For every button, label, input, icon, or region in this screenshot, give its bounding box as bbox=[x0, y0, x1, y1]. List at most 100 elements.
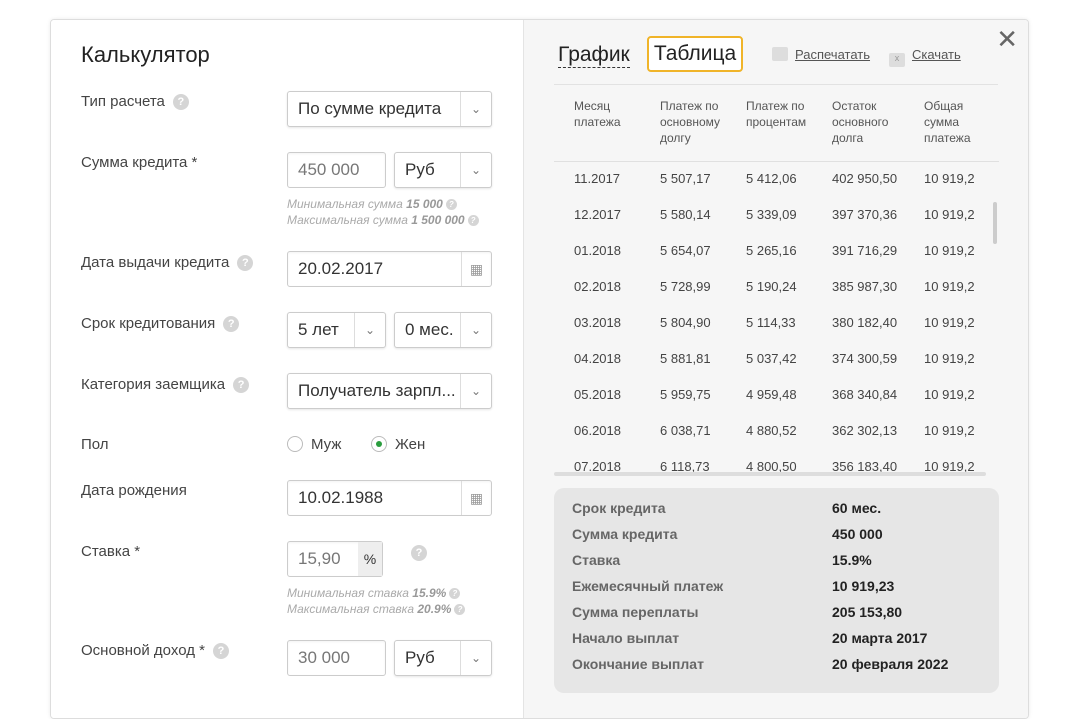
vertical-scrollbar[interactable] bbox=[993, 202, 997, 244]
input-value: 20.02.2017 bbox=[298, 259, 384, 278]
help-icon[interactable]: ? bbox=[223, 316, 240, 333]
rate-label: Ставка * bbox=[81, 543, 141, 560]
birth-date-label: Дата рождения bbox=[81, 482, 187, 499]
min-value: 15 000 bbox=[406, 197, 443, 211]
select-value: Руб bbox=[405, 160, 435, 179]
table-cell: 391 716,29 bbox=[832, 243, 898, 258]
select-value: По сумме кредита bbox=[298, 99, 442, 118]
table-cell: 374 300,59 bbox=[832, 351, 898, 366]
summary-label: Ежемесячный платеж bbox=[572, 578, 724, 594]
max-value: 1 500 000 bbox=[411, 213, 465, 227]
amount-input[interactable]: 450 000 bbox=[287, 152, 386, 188]
table-cell: 5 190,24 bbox=[746, 279, 797, 294]
print-label: Распечатать bbox=[795, 47, 871, 62]
issue-date-input[interactable]: 20.02.2017 ▦ bbox=[287, 251, 492, 287]
help-icon[interactable]: ? bbox=[237, 255, 254, 272]
help-icon[interactable]: ? bbox=[454, 604, 466, 616]
label-text: Основной доход * bbox=[81, 642, 205, 659]
print-link[interactable]: Распечатать bbox=[772, 47, 870, 62]
calc-type-label: Тип расчета? bbox=[81, 93, 189, 111]
close-icon[interactable]: ✕ bbox=[996, 24, 1018, 55]
term-years-select[interactable]: 5 лет ⌄ bbox=[287, 312, 386, 348]
income-input[interactable]: 30 000 bbox=[287, 640, 386, 676]
table-cell: 5 037,42 bbox=[746, 351, 797, 366]
table-cell: 11.2017 bbox=[574, 171, 621, 186]
table-cell: 380 182,40 bbox=[832, 315, 898, 330]
radio-label: Жен bbox=[395, 436, 426, 453]
amount-label: Сумма кредита * bbox=[81, 154, 198, 171]
summary-value: 10 919,23 bbox=[832, 578, 895, 594]
excel-icon: x bbox=[889, 53, 905, 67]
summary-value: 15.9% bbox=[832, 552, 872, 568]
table-cell: 04.2018 bbox=[574, 351, 621, 366]
summary-value: 60 мес. bbox=[832, 500, 882, 516]
help-icon[interactable]: ? bbox=[212, 643, 229, 660]
help-icon[interactable]: ? bbox=[445, 199, 457, 211]
gender-male-radio[interactable]: Муж bbox=[287, 436, 341, 453]
help-icon[interactable]: ? bbox=[172, 94, 189, 111]
min-value: 15.9% bbox=[412, 586, 447, 600]
table-cell: 10 919,2 bbox=[924, 243, 975, 258]
calculator-form: Калькулятор Тип расчета? По сумме кредит… bbox=[51, 20, 523, 718]
table-cell: 4 880,52 bbox=[746, 423, 797, 438]
table-cell: 05.2018 bbox=[574, 387, 621, 402]
table-row: 06.2018 6 038,71 4 880,52 362 302,13 10 919,… bbox=[554, 418, 986, 454]
income-currency-select[interactable]: Руб ⌄ bbox=[394, 640, 492, 676]
calendar-icon[interactable]: ▦ bbox=[461, 481, 491, 515]
horizontal-scrollbar[interactable] bbox=[554, 472, 986, 476]
divider bbox=[554, 84, 998, 85]
summary-value: 450 000 bbox=[832, 526, 883, 542]
gender-label: Пол bbox=[81, 436, 109, 453]
table-cell: 07.2018 bbox=[574, 459, 621, 472]
table-cell: 10 919,2 bbox=[924, 351, 975, 366]
rate-input[interactable]: 15,90% bbox=[287, 541, 383, 577]
table-cell: 5 412,06 bbox=[746, 171, 797, 186]
table-cell: 5 507,17 bbox=[660, 171, 711, 186]
select-value: 0 мес. bbox=[405, 320, 454, 339]
amount-currency-select[interactable]: Руб ⌄ bbox=[394, 152, 492, 188]
help-icon[interactable]: ? bbox=[233, 377, 250, 394]
page-title: Калькулятор bbox=[81, 42, 210, 67]
table-cell: 10 919,2 bbox=[924, 207, 975, 222]
table-cell: 4 959,48 bbox=[746, 387, 797, 402]
category-select[interactable]: Получатель зарпл... ⌄ bbox=[287, 373, 492, 409]
help-icon[interactable]: ? bbox=[411, 545, 427, 561]
table-cell: 02.2018 bbox=[574, 279, 621, 294]
table-cell: 397 370,36 bbox=[832, 207, 898, 222]
table-cell: 10 919,2 bbox=[924, 315, 975, 330]
gender-female-radio[interactable]: Жен bbox=[371, 436, 425, 453]
column-header: Общая сумма платежа bbox=[924, 99, 971, 145]
table-cell: 03.2018 bbox=[574, 315, 621, 330]
payment-table: 11.2017 5 507,17 5 412,06 402 950,50 10 919,… bbox=[554, 162, 986, 472]
chevron-down-icon: ⌄ bbox=[460, 313, 491, 347]
download-label: Скачать bbox=[912, 47, 961, 62]
help-icon[interactable]: ? bbox=[449, 588, 461, 600]
summary-label: Сумма переплаты bbox=[572, 604, 699, 620]
table-cell: 10 919,2 bbox=[924, 423, 975, 438]
table-cell: 5 265,16 bbox=[746, 243, 797, 258]
term-months-select[interactable]: 0 мес. ⌄ bbox=[394, 312, 492, 348]
summary-box: Срок кредита 60 мес. Сумма кредита 450 000 С… bbox=[554, 488, 999, 693]
issue-date-label: Дата выдачи кредита? bbox=[81, 254, 254, 272]
help-icon[interactable]: ? bbox=[467, 215, 479, 227]
table-cell: 362 302,13 bbox=[832, 423, 898, 438]
summary-label: Окончание выплат bbox=[572, 656, 704, 672]
tab-table[interactable]: Таблица bbox=[647, 36, 743, 72]
calendar-icon[interactable]: ▦ bbox=[461, 252, 491, 286]
radio-icon bbox=[287, 436, 303, 452]
input-value: 15,90 bbox=[298, 549, 341, 568]
calc-type-select[interactable]: По сумме кредита ⌄ bbox=[287, 91, 492, 127]
tab-chart[interactable]: График bbox=[558, 43, 630, 68]
column-header: Платеж по основному долгу bbox=[660, 99, 721, 145]
table-cell: 5 959,75 bbox=[660, 387, 711, 402]
label-text: Категория заемщика bbox=[81, 376, 226, 393]
chevron-down-icon: ⌄ bbox=[460, 374, 491, 408]
table-row: 02.2018 5 728,99 5 190,24 385 987,30 10 919,… bbox=[554, 274, 986, 310]
table-row: 03.2018 5 804,90 5 114,33 380 182,40 10 919,… bbox=[554, 310, 986, 346]
birth-date-input[interactable]: 10.02.1988 ▦ bbox=[287, 480, 492, 516]
download-link[interactable]: x Скачать bbox=[889, 47, 961, 67]
min-text: Минимальная сумма bbox=[287, 197, 403, 211]
table-row: 01.2018 5 654,07 5 265,16 391 716,29 10 919,… bbox=[554, 238, 986, 274]
rate-limits: Минимальная ставка 15.9%? Максимальная с… bbox=[287, 585, 466, 617]
table-cell: 10 919,2 bbox=[924, 387, 975, 402]
